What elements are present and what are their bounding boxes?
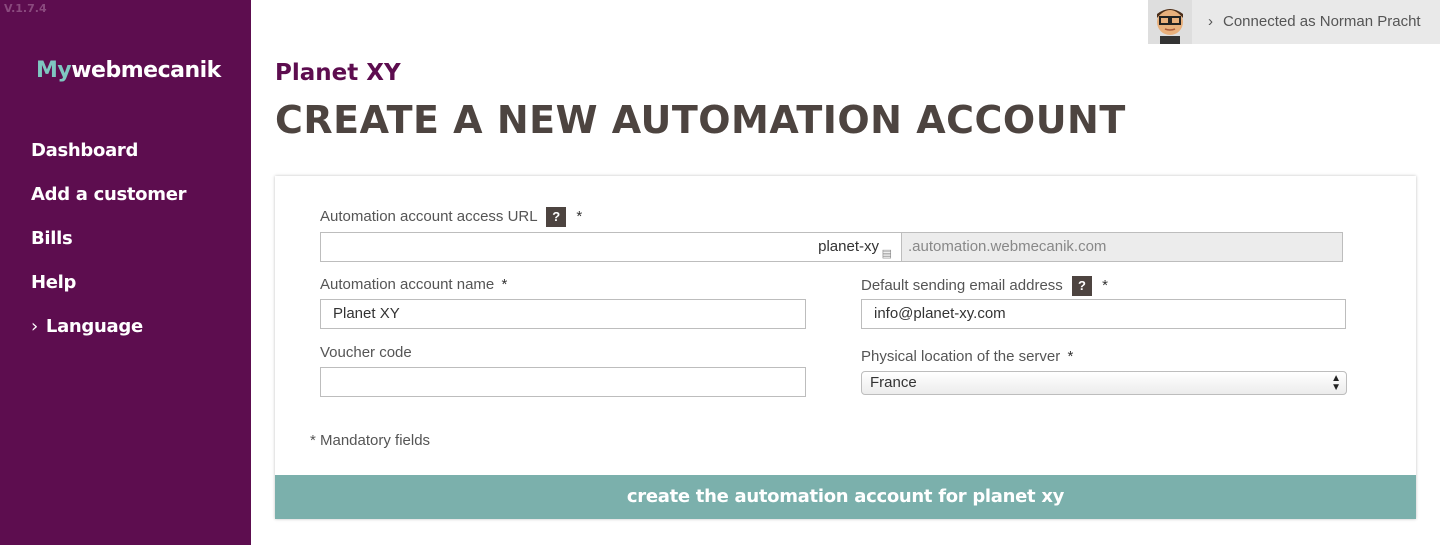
sidebar-item-help[interactable]: Help xyxy=(31,272,76,293)
email-input[interactable]: info@planet-xy.com xyxy=(861,299,1346,329)
sidebar-item-language[interactable]: › Language xyxy=(31,316,143,337)
name-label-row: Automation account name * xyxy=(320,276,507,293)
user-text: Connected as Norman Pracht xyxy=(1223,13,1421,30)
chevron-right-icon: › xyxy=(1208,13,1213,30)
server-label-row: Physical location of the server * xyxy=(861,348,1073,365)
server-required-mark: * xyxy=(1067,348,1074,365)
create-account-button[interactable]: create the automation account for planet… xyxy=(275,475,1416,519)
server-location-value: France xyxy=(870,374,917,391)
url-help-icon[interactable]: ? xyxy=(546,207,567,227)
page-title: CREATE A NEW AUTOMATION ACCOUNT xyxy=(275,98,1126,142)
mandatory-note: * Mandatory fields xyxy=(310,432,431,449)
logo-rest: webmecanik xyxy=(71,58,221,83)
sidebar-item-add-customer[interactable]: Add a customer xyxy=(31,184,187,205)
account-name-input[interactable]: Planet XY xyxy=(320,299,806,329)
select-arrows-icon: ▲ ▼ xyxy=(1331,373,1341,393)
version-label: V.1.7.4 xyxy=(4,2,47,15)
email-help-icon[interactable]: ? xyxy=(1071,276,1092,296)
url-required-mark: * xyxy=(576,207,583,225)
logo[interactable]: Mywebmecanik xyxy=(36,58,221,83)
email-label: Default sending email address xyxy=(861,276,1063,294)
user-menu[interactable]: › Connected as Norman Pracht xyxy=(1148,0,1440,44)
sidebar: V.1.7.4 Mywebmecanik Dashboard Add a cus… xyxy=(0,0,251,545)
email-required-mark: * xyxy=(1102,276,1108,294)
logo-prefix: My xyxy=(36,58,72,83)
sidebar-item-bills[interactable]: Bills xyxy=(31,228,73,249)
brand-name: Planet XY xyxy=(275,60,401,86)
url-suffix: .automation.webmecanik.com xyxy=(901,232,1343,262)
url-input[interactable]: planet-xy ▤ xyxy=(320,232,902,262)
autofill-icon: ▤ xyxy=(881,248,892,260)
chevron-right-icon: › xyxy=(31,316,38,337)
form-card: Automation account access URL ? * planet… xyxy=(275,176,1416,519)
name-label: Automation account name xyxy=(320,276,495,293)
sidebar-item-language-label: Language xyxy=(45,316,143,337)
avatar xyxy=(1148,0,1192,44)
name-required-mark: * xyxy=(501,276,508,293)
url-label-row: Automation account access URL ? * xyxy=(320,207,582,227)
server-label: Physical location of the server xyxy=(861,348,1061,365)
voucher-input[interactable] xyxy=(320,367,806,397)
sidebar-item-dashboard[interactable]: Dashboard xyxy=(31,140,138,161)
voucher-label: Voucher code xyxy=(320,344,412,361)
user-connected-label[interactable]: › Connected as Norman Pracht xyxy=(1208,13,1421,30)
url-label: Automation account access URL xyxy=(320,207,538,225)
url-input-value: planet-xy xyxy=(818,238,879,255)
email-label-row: Default sending email address ? * xyxy=(861,276,1108,296)
server-location-select[interactable]: France ▲ ▼ xyxy=(861,371,1347,395)
